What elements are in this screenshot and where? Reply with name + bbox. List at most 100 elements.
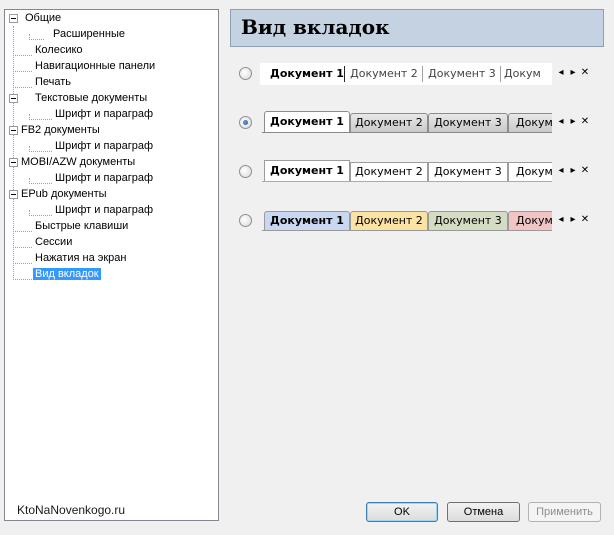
scroll-left-icon: ◂ [558, 116, 564, 127]
preview-tab: Документ 3 [428, 211, 508, 230]
tree-item-sessions[interactable]: Сессии [33, 234, 74, 250]
tab-nav-controls: ◂ ▸ ✕ [555, 115, 591, 129]
tree-item-label: Текстовые документы [35, 92, 148, 104]
tree-item-label: Быстрые клавиши [35, 220, 129, 232]
tree-item-label: Общие [25, 12, 62, 24]
tree-item-label: FB2 документы [21, 124, 100, 136]
section-header: Вид вкладок [230, 9, 604, 47]
preview-tab: Документ 2 [350, 211, 428, 230]
tree-item-epub-font[interactable]: Шрифт и параграф [53, 202, 155, 218]
tree-item-label: Колесико [35, 44, 83, 56]
scroll-left-icon: ◂ [558, 165, 564, 176]
tree-item-label: EPub документы [21, 188, 107, 200]
close-icon: ✕ [580, 214, 590, 225]
collapse-icon[interactable] [9, 158, 18, 167]
tree-item-tab-view[interactable]: Вид вкладок [33, 266, 101, 282]
tree-guide-line [29, 39, 44, 40]
close-icon: ✕ [580, 165, 590, 176]
tab-divider [500, 66, 501, 82]
tab-style-preview-2: Документ 1 Документ 2 Документ 3 Докум [262, 111, 552, 133]
scroll-left-icon: ◂ [558, 67, 564, 78]
tree-guide-line [13, 71, 32, 72]
tree-item-label: Шрифт и параграф [55, 108, 154, 120]
tree-guide-line [29, 119, 52, 120]
tree-item-label: Расширенные [53, 28, 125, 40]
tree-guide-line [29, 215, 52, 216]
tab-style-preview-1: Документ 1 Документ 2 Документ 3 Докум [260, 63, 552, 85]
close-icon: ✕ [580, 67, 590, 78]
tree-item-label: Шрифт и параграф [55, 140, 154, 152]
tree-item-mobi-docs[interactable]: MOBI/AZW документы [19, 154, 137, 170]
tree-item-label: Шрифт и параграф [55, 172, 154, 184]
preview-tab: Докум [508, 162, 552, 181]
tab-style-radio-3[interactable] [239, 165, 252, 178]
scroll-right-icon: ▸ [570, 116, 576, 127]
ok-button[interactable]: OK [366, 502, 438, 522]
tree-guide-line [13, 55, 32, 56]
tree-item-general[interactable]: Общие [23, 10, 63, 26]
tree-item-hotkeys[interactable]: Быстрые клавиши [33, 218, 130, 234]
tree-guide-line [13, 279, 32, 280]
tree-guide-line [13, 26, 14, 278]
tree-item-label: Нажатия на экран [35, 252, 127, 264]
tab-style-preview-4: Документ 1 Документ 2 Документ 3 Докум [262, 209, 552, 231]
tree-item-text-font[interactable]: Шрифт и параграф [53, 106, 155, 122]
tree-item-screen-taps[interactable]: Нажатия на экран [33, 250, 128, 266]
scroll-right-icon: ▸ [570, 67, 576, 78]
page-title: Вид вкладок [241, 15, 390, 39]
tree-guide-line [13, 231, 32, 232]
tree-item-nav-panels[interactable]: Навигационные панели [33, 58, 157, 74]
collapse-icon[interactable] [9, 14, 18, 23]
tree-item-text-docs[interactable]: Текстовые документы [33, 90, 149, 106]
preview-tab: Докум [508, 211, 552, 230]
preview-tab: Документ 1 [264, 211, 350, 230]
collapse-icon[interactable] [9, 190, 18, 199]
tree-guide-line [29, 151, 52, 152]
watermark: KtoNaNovenkogo.ru [17, 503, 126, 517]
preview-tab: Докум [504, 67, 541, 80]
apply-button[interactable]: Применить [528, 502, 601, 522]
tab-style-radio-2[interactable] [239, 116, 252, 129]
collapse-icon[interactable] [9, 94, 18, 103]
settings-tree[interactable]: Общие Расширенные Колесико Навигационные… [4, 9, 219, 521]
tree-item-print[interactable]: Печать [33, 74, 73, 90]
tree-guide-line [29, 183, 52, 184]
preview-tab: Документ 1 [264, 160, 350, 181]
tree-item-label: Сессии [35, 236, 73, 248]
tree-item-fb2-docs[interactable]: FB2 документы [19, 122, 102, 138]
tab-nav-controls: ◂ ▸ ✕ [555, 164, 591, 178]
tab-style-radio-4[interactable] [239, 214, 252, 227]
tab-nav-controls: ◂ ▸ ✕ [555, 66, 591, 80]
tab-style-preview-3: Документ 1 Документ 2 Документ 3 Докум [262, 160, 552, 182]
tree-item-label: Навигационные панели [35, 60, 156, 72]
tree-item-fb2-font[interactable]: Шрифт и параграф [53, 138, 155, 154]
tree-item-wheel[interactable]: Колесико [33, 42, 85, 58]
scroll-right-icon: ▸ [570, 214, 576, 225]
tree-guide-line [13, 87, 32, 88]
tree-item-label: MOBI/AZW документы [21, 156, 136, 168]
preview-tab: Документ 3 [428, 67, 496, 80]
preview-tab: Документ 1 [264, 111, 350, 132]
preview-tab: Документ 3 [428, 162, 508, 181]
tree-item-label: Вид вкладок [33, 268, 101, 280]
collapse-icon[interactable] [9, 126, 18, 135]
preview-tab: Документ 2 [350, 162, 428, 181]
tab-style-radio-1[interactable] [239, 67, 252, 80]
preview-tab: Документ 2 [350, 113, 428, 132]
tree-item-label: Печать [35, 76, 72, 88]
cancel-button[interactable]: Отмена [447, 502, 520, 522]
tree-item-epub-docs[interactable]: EPub документы [19, 186, 109, 202]
tree-guide-line [13, 247, 32, 248]
tab-divider [344, 66, 345, 82]
close-icon: ✕ [580, 116, 590, 127]
preview-tab: Документ 2 [350, 67, 418, 80]
preview-tab: Документ 1 [270, 67, 344, 80]
tree-item-advanced[interactable]: Расширенные [51, 26, 127, 42]
tree-item-mobi-font[interactable]: Шрифт и параграф [53, 170, 155, 186]
tab-divider [422, 66, 423, 82]
tree-guide-line [13, 263, 32, 264]
scroll-left-icon: ◂ [558, 214, 564, 225]
tree-item-label: Шрифт и параграф [55, 204, 154, 216]
scroll-right-icon: ▸ [570, 165, 576, 176]
preview-tab: Докум [508, 113, 552, 132]
